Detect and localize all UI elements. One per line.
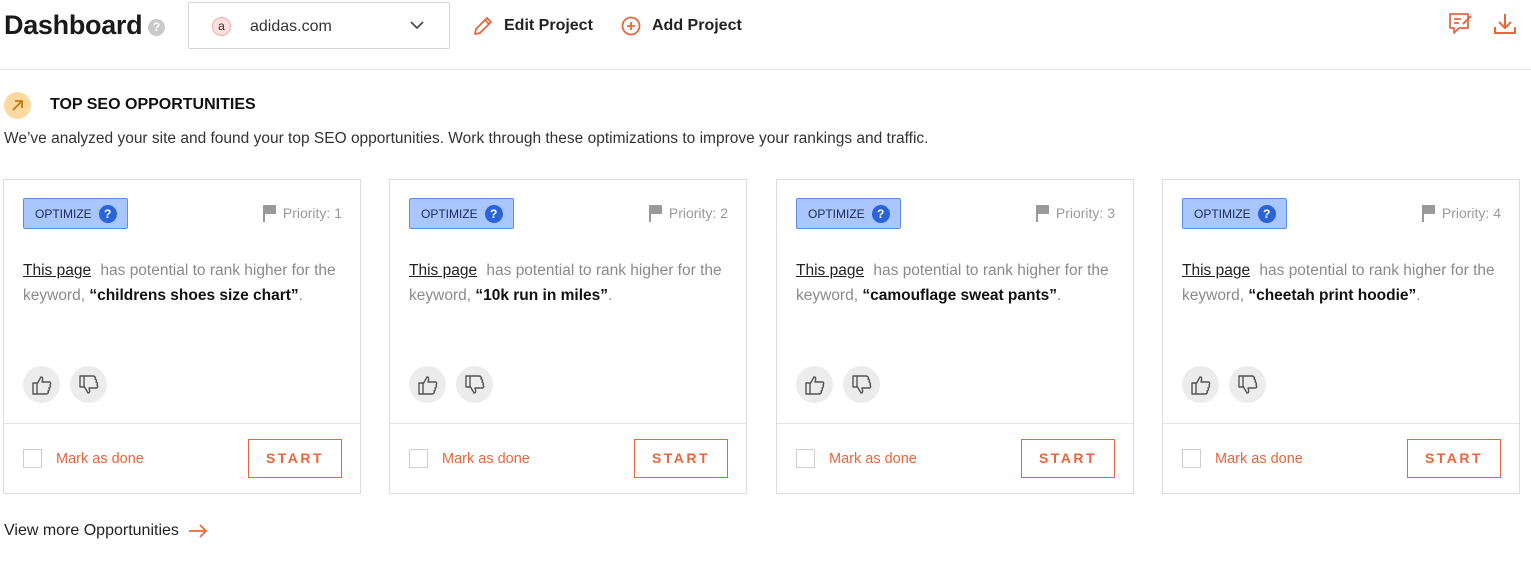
- edit-project-label: Edit Project: [504, 17, 593, 34]
- plus-circle-icon: [621, 16, 641, 36]
- add-project-label: Add Project: [652, 17, 742, 34]
- section-description: We’ve analyzed your site and found your …: [4, 130, 929, 147]
- opportunity-card: OPTIMIZE ? Priority: 3 This page has pot…: [776, 179, 1134, 494]
- badge-label: OPTIMIZE: [421, 206, 478, 221]
- description-end: .: [608, 287, 613, 304]
- priority-text: Priority: 4: [1441, 205, 1501, 221]
- card-divider: [390, 423, 746, 424]
- opportunity-description: This page has potential to rank higher f…: [23, 258, 343, 308]
- page-link[interactable]: This page: [796, 262, 864, 279]
- page-link[interactable]: This page: [23, 262, 91, 279]
- description-end: .: [298, 287, 303, 304]
- flag-icon: [648, 205, 662, 222]
- start-button[interactable]: START: [1021, 439, 1115, 478]
- thumbs-down-icon: [78, 374, 98, 394]
- help-icon[interactable]: ?: [484, 204, 503, 223]
- project-select[interactable]: a adidas.com: [188, 2, 450, 49]
- mark-done-checkbox[interactable]: [409, 449, 428, 468]
- thumbs-down-icon: [1237, 374, 1257, 394]
- thumbs-up-icon: [31, 375, 51, 395]
- optimize-badge: OPTIMIZE ?: [23, 198, 128, 229]
- thumbs-up-icon: [417, 375, 437, 395]
- thumbs-up-button[interactable]: [796, 366, 833, 403]
- opportunity-card: OPTIMIZE ? Priority: 2 This page has pot…: [389, 179, 747, 494]
- opportunity-card: OPTIMIZE ? Priority: 1 This page has pot…: [3, 179, 361, 494]
- optimize-badge: OPTIMIZE ?: [1182, 198, 1287, 229]
- download-icon[interactable]: [1492, 11, 1518, 37]
- start-button[interactable]: START: [248, 439, 342, 478]
- thumbs-down-icon: [464, 374, 484, 394]
- priority-text: Priority: 1: [282, 205, 342, 221]
- priority-label: Priority: 1: [262, 204, 342, 222]
- top-header: Dashboard ? a adidas.com Edit Project Ad…: [0, 0, 1531, 70]
- section-icon: [4, 92, 31, 119]
- thumbs-down-icon: [851, 374, 871, 394]
- mark-done-label[interactable]: Mark as done: [56, 451, 144, 467]
- card-divider: [4, 423, 360, 424]
- thumbs-down-button[interactable]: [70, 366, 107, 403]
- priority-text: Priority: 2: [668, 205, 728, 221]
- thumbs-up-icon: [1190, 375, 1210, 395]
- card-divider: [777, 423, 1133, 424]
- section-title: TOP SEO OPPORTUNITIES: [50, 96, 256, 113]
- page-title: Dashboard: [4, 10, 143, 40]
- view-more-label: View more Opportunities: [4, 522, 179, 539]
- help-icon[interactable]: ?: [871, 204, 890, 223]
- thumbs-down-button[interactable]: [456, 366, 493, 403]
- chevron-down-icon: [410, 21, 424, 30]
- arrow-right-icon: [188, 524, 208, 538]
- mark-done-label[interactable]: Mark as done: [829, 451, 917, 467]
- mark-done-checkbox[interactable]: [23, 449, 42, 468]
- priority-label: Priority: 2: [648, 204, 728, 222]
- mark-done-label[interactable]: Mark as done: [442, 451, 530, 467]
- opportunity-description: This page has potential to rank higher f…: [1182, 258, 1502, 308]
- notes-icon[interactable]: [1447, 11, 1473, 37]
- thumbs-up-button[interactable]: [1182, 366, 1219, 403]
- opportunity-description: This page has potential to rank higher f…: [796, 258, 1116, 308]
- thumbs-down-button[interactable]: [1229, 366, 1266, 403]
- optimize-badge: OPTIMIZE ?: [796, 198, 901, 229]
- thumbs-up-button[interactable]: [409, 366, 446, 403]
- description-end: .: [1057, 287, 1062, 304]
- keyword: “camouflage sweat pants”: [862, 287, 1058, 304]
- flag-icon: [262, 205, 276, 222]
- help-icon[interactable]: ?: [1257, 204, 1276, 223]
- mark-done-checkbox[interactable]: [796, 449, 815, 468]
- badge-label: OPTIMIZE: [35, 206, 92, 221]
- mark-done-label[interactable]: Mark as done: [1215, 451, 1303, 467]
- start-button[interactable]: START: [1407, 439, 1501, 478]
- description-end: .: [1416, 287, 1421, 304]
- thumbs-up-button[interactable]: [23, 366, 60, 403]
- arrow-up-right-icon: [12, 100, 23, 111]
- add-project-button[interactable]: Add Project: [620, 13, 742, 39]
- page-link[interactable]: This page: [409, 262, 477, 279]
- priority-text: Priority: 3: [1055, 205, 1115, 221]
- help-icon[interactable]: ?: [98, 204, 117, 223]
- keyword: “childrens shoes size chart”: [89, 287, 299, 304]
- pencil-icon: [474, 17, 492, 35]
- opportunity-card: OPTIMIZE ? Priority: 4 This page has pot…: [1162, 179, 1520, 494]
- card-divider: [1163, 423, 1519, 424]
- opportunity-description: This page has potential to rank higher f…: [409, 258, 729, 308]
- priority-label: Priority: 3: [1035, 204, 1115, 222]
- priority-label: Priority: 4: [1421, 204, 1501, 222]
- page-link[interactable]: This page: [1182, 262, 1250, 279]
- help-icon[interactable]: ?: [148, 19, 165, 36]
- start-button[interactable]: START: [634, 439, 728, 478]
- thumbs-down-button[interactable]: [843, 366, 880, 403]
- view-more-link[interactable]: View more Opportunities: [4, 522, 208, 540]
- project-avatar: a: [212, 17, 231, 36]
- badge-label: OPTIMIZE: [808, 206, 865, 221]
- flag-icon: [1421, 205, 1435, 222]
- mark-done-checkbox[interactable]: [1182, 449, 1201, 468]
- edit-project-button[interactable]: Edit Project: [472, 13, 593, 39]
- badge-label: OPTIMIZE: [1194, 206, 1251, 221]
- project-name: adidas.com: [250, 18, 332, 35]
- keyword: “10k run in miles”: [475, 287, 609, 304]
- keyword: “cheetah print hoodie”: [1248, 287, 1417, 304]
- thumbs-up-icon: [804, 375, 824, 395]
- optimize-badge: OPTIMIZE ?: [409, 198, 514, 229]
- flag-icon: [1035, 205, 1049, 222]
